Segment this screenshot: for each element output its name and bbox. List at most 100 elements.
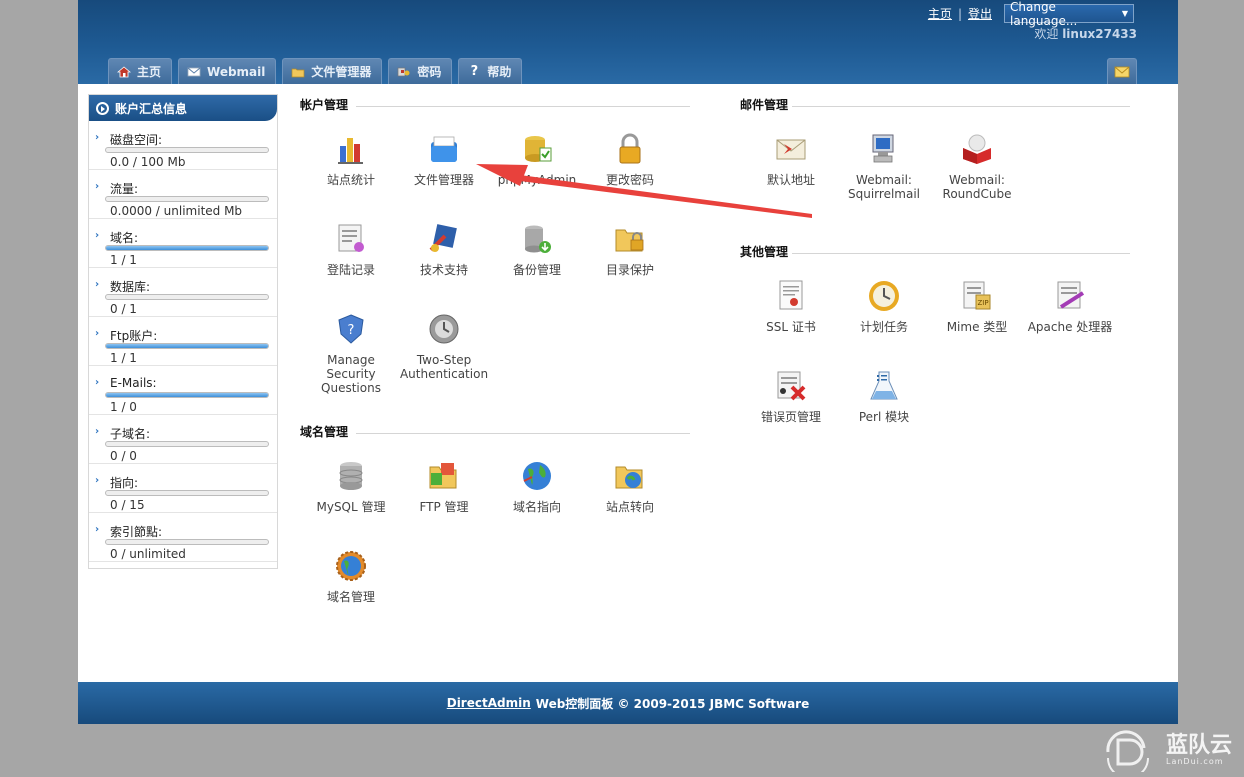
- section-divider: [792, 106, 1130, 107]
- mail-tab[interactable]: [1107, 58, 1137, 84]
- two-step-icon: [429, 314, 459, 344]
- tab-help[interactable]: ? 帮助: [458, 58, 523, 84]
- support-item[interactable]: 技术支持: [398, 222, 490, 277]
- stat-progress-fill: [106, 344, 268, 348]
- item-label: 文件管理器: [413, 173, 474, 187]
- folder-protect-item[interactable]: 目录保护: [584, 222, 676, 277]
- tab-file-manager[interactable]: 文件管理器: [282, 58, 383, 84]
- item-label: 更改密码: [605, 173, 654, 187]
- error-page-icon: [777, 371, 806, 401]
- directadmin-link[interactable]: DirectAdmin: [447, 696, 531, 710]
- section-divider: [356, 433, 690, 434]
- stat-progress-bar: [105, 294, 269, 300]
- stat-row: › E-Mails: 1 / 0: [89, 366, 277, 415]
- site-stats-item[interactable]: 站点统计: [305, 132, 397, 187]
- stat-label: Ftp账户:: [110, 329, 158, 343]
- two-step-item[interactable]: Two-Step Authentication: [398, 312, 490, 381]
- section-divider: [356, 106, 690, 107]
- stat-row: › 指向: 0 / 15: [89, 464, 277, 513]
- watermark-text-block: 蓝队云 LanDui.com: [1166, 734, 1232, 766]
- chevron-right-icon: ›: [95, 181, 100, 192]
- tab-home[interactable]: 主页: [108, 58, 173, 84]
- stat-row: › 子域名: 0 / 0: [89, 415, 277, 464]
- default-address-icon: [776, 139, 806, 160]
- change-password-item[interactable]: 更改密码: [584, 132, 676, 187]
- login-log-icon: [338, 224, 364, 252]
- site-redirect-item[interactable]: 站点转向: [584, 459, 676, 514]
- mail-icon: [1114, 66, 1130, 77]
- item-label: 登陆记录: [326, 263, 375, 277]
- default-address-item[interactable]: 默认地址: [745, 132, 837, 187]
- language-select-label: Change language...: [1010, 0, 1078, 28]
- stat-progress-bar: [105, 147, 269, 153]
- stat-progress-bar: [105, 245, 269, 251]
- mime-types-item[interactable]: ZIP Mime 类型: [931, 279, 1023, 334]
- stat-progress-fill: [106, 246, 268, 250]
- home-link[interactable]: 主页: [928, 5, 952, 22]
- sidebar-title: 账户汇总信息: [115, 101, 188, 116]
- domain-pointer-item[interactable]: 域名指向: [491, 459, 583, 514]
- stat-value: 1 / 1: [110, 351, 137, 365]
- mime-icon: ZIP: [963, 281, 991, 310]
- chevron-down-icon: ▼: [1121, 9, 1128, 18]
- watermark-logo: 蓝队云 LanDui.com: [1104, 726, 1240, 774]
- item-label: 默认地址: [766, 173, 815, 187]
- stats-list: › 磁盘空间: 0.0 / 100 Mb › 流量: 0.0000 / unlimited…: [89, 121, 277, 562]
- stat-progress-bar: [105, 490, 269, 496]
- perl-modules-item[interactable]: Perl 模块: [838, 369, 930, 424]
- item-label: 域名指向: [512, 500, 561, 514]
- security-questions-item[interactable]: ? Manage Security Questions: [305, 312, 397, 395]
- stat-label: 数据库:: [110, 280, 151, 294]
- logout-link[interactable]: 登出: [968, 5, 992, 22]
- stat-label: 指向:: [110, 476, 139, 490]
- stat-value: 0 / unlimited: [110, 547, 186, 561]
- svg-text:ZIP: ZIP: [977, 299, 988, 307]
- stat-label: 索引節點:: [110, 525, 163, 539]
- stat-value: 0.0000 / unlimited Mb: [110, 204, 243, 218]
- footer-text: Web控制面板 © 2009-2015 JBMC Software: [535, 696, 810, 711]
- item-label: Apache 处理器: [1027, 320, 1113, 334]
- stat-value: 0 / 15: [110, 498, 145, 512]
- ftp-item[interactable]: FTP 管理: [398, 459, 490, 514]
- stat-label: 域名:: [110, 231, 139, 245]
- tab-password[interactable]: 密码: [388, 58, 453, 84]
- mail-section-title: 邮件管理: [740, 98, 789, 112]
- phpmyadmin-item[interactable]: phpMyAdmin: [491, 132, 583, 187]
- roundcube-icon: [963, 134, 991, 164]
- squirrelmail-icon: [872, 134, 894, 163]
- item-label: Perl 模块: [858, 410, 910, 424]
- file-manager-item[interactable]: 文件管理器: [398, 132, 490, 187]
- chevron-right-icon: ›: [95, 377, 100, 388]
- item-label: 错误页管理: [760, 410, 821, 424]
- item-label: 目录保护: [605, 263, 654, 277]
- chevron-right-icon: ›: [95, 279, 100, 290]
- squirrelmail-item[interactable]: Webmail: Squirrelmail: [838, 132, 930, 201]
- chevron-right-icon: ›: [95, 132, 100, 143]
- section-divider: [792, 253, 1130, 254]
- top-links: 主页 | 登出 Change language... ▼: [928, 0, 1134, 28]
- question-icon: ?: [470, 63, 479, 79]
- welcome-message: 欢迎 linux27433: [1034, 25, 1137, 42]
- ssl-certificate-item[interactable]: SSL 证书: [745, 279, 837, 334]
- tab-label: 主页: [137, 65, 162, 79]
- error-pages-item[interactable]: 错误页管理: [745, 369, 837, 424]
- item-label: 域名管理: [326, 590, 375, 604]
- tab-webmail[interactable]: Webmail: [178, 58, 277, 84]
- cron-jobs-item[interactable]: 计划任务: [838, 279, 930, 334]
- login-log-item[interactable]: 登陆记录: [305, 222, 397, 277]
- shield-icon: ?: [338, 314, 364, 344]
- backup-item[interactable]: 备份管理: [491, 222, 583, 277]
- stats-icon: [338, 138, 363, 164]
- mysql-item[interactable]: MySQL 管理: [305, 459, 397, 514]
- language-select[interactable]: Change language... ▼: [1004, 0, 1134, 28]
- stat-progress-bar: [105, 343, 269, 349]
- apache-handlers-item[interactable]: Apache 处理器: [1024, 279, 1116, 334]
- chevron-right-icon: ›: [95, 426, 100, 437]
- clock-icon: [869, 281, 899, 311]
- main-tabs: 主页 Webmail 文件管理器 密码 ? 帮助: [108, 58, 523, 84]
- tab-label: 文件管理器: [311, 65, 372, 79]
- item-label: Mime 类型: [946, 320, 1008, 334]
- roundcube-item[interactable]: Webmail: RoundCube: [931, 132, 1023, 201]
- domain-management-item[interactable]: 域名管理: [305, 549, 397, 604]
- svg-text:?: ?: [348, 323, 355, 338]
